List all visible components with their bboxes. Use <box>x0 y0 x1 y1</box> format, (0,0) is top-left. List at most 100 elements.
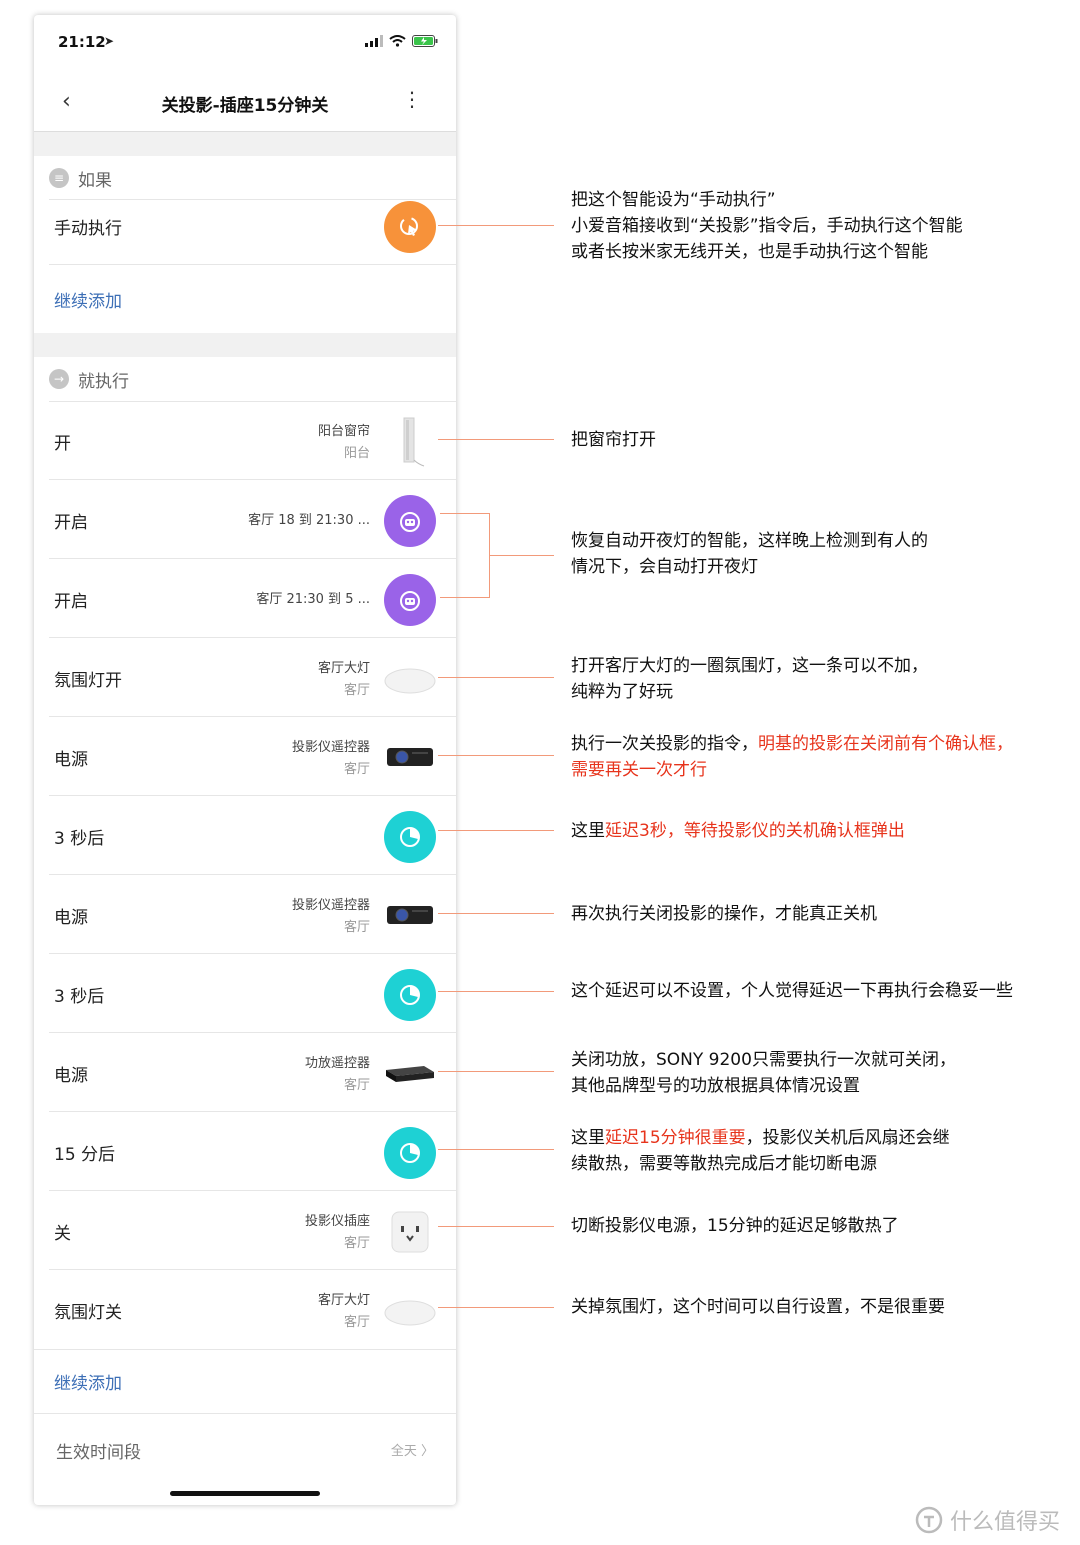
action-label: 电源 <box>54 750 88 770</box>
power-socket-icon <box>384 1206 436 1258</box>
automation-name: 客厅 21:30 到 5 ... <box>256 592 370 607</box>
device-name: 投影仪遥控器 <box>291 740 370 755</box>
projector-icon <box>384 732 436 784</box>
annotation-text: 情况下，会自动打开夜灯 <box>571 557 758 577</box>
page-title: 关投影-插座15分钟关 <box>161 96 329 116</box>
annotation-text: 执行一次关投影的指令， <box>571 734 758 754</box>
chevron-right-icon: 〉 <box>420 1444 434 1459</box>
if-add-more-link[interactable]: 继续添加 <box>54 287 122 312</box>
section-divider <box>34 132 456 156</box>
automation-name: 客厅 18 到 21:30 ... <box>248 513 370 528</box>
automation-icon <box>384 495 436 547</box>
annotation-line <box>438 1149 554 1150</box>
annotation-line <box>438 755 554 756</box>
location-arrow-icon: ➤ <box>104 34 115 48</box>
annotation-text: 其他品牌型号的功放根据具体情况设置 <box>571 1076 860 1096</box>
action-row[interactable]: 电源 投影仪遥控器客厅 <box>34 876 456 954</box>
annotation-delay-optional: 这个延迟可以不设置，个人觉得延迟一下再执行会稳妥一些 <box>571 978 1013 1004</box>
action-row[interactable]: 电源 功放遥控器 客厅 <box>34 1034 456 1112</box>
device-name: 客厅大灯 <box>317 661 370 676</box>
action-row[interactable]: 15 分后 <box>34 1113 456 1191</box>
then-section-header: → 就执行 <box>34 357 456 399</box>
action-label: 电源 <box>54 908 88 928</box>
annotation-line <box>489 555 554 556</box>
action-row[interactable]: 开启 客厅 18 到 21:30 ... <box>34 481 456 559</box>
action-label: 开 <box>54 434 71 454</box>
action-row[interactable]: 氛围灯关 客厅大灯 客厅 <box>34 1271 456 1349</box>
action-row[interactable]: 电源 投影仪遥控器客厅 <box>34 718 456 796</box>
annotation-line <box>438 1226 554 1227</box>
action-label: 开启 <box>54 592 88 612</box>
arrow-right-icon: → <box>49 369 69 389</box>
phone-screen: 21:12 ➤ ‹ 关投影-插座15分钟关 ⋮ ≡ 如果 手动执行 继续添加 →… <box>34 15 456 1505</box>
device-name: 投影仪遥控器 <box>291 898 370 913</box>
manual-trigger-icon <box>384 201 436 253</box>
effective-time-value[interactable]: 全天 〉 <box>391 1440 434 1459</box>
device-info: 投影仪遥控器客厅 <box>292 737 370 781</box>
device-info: 客厅大灯 客厅 <box>318 1290 370 1334</box>
device-info: 阳台窗帘阳台 <box>318 421 370 465</box>
annotation-highlight: 明基的投影在关闭前有个确认框， <box>758 734 1013 754</box>
device-info: 投影仪插座客厅 <box>305 1211 370 1255</box>
annotation-line <box>438 439 554 440</box>
action-row[interactable]: 关 投影仪插座 客厅 <box>34 1192 456 1270</box>
amplifier-icon <box>384 1048 436 1100</box>
then-section-title: 就执行 <box>78 372 129 392</box>
wifi-icon <box>389 35 406 47</box>
trigger-row[interactable]: 手动执行 <box>34 187 456 265</box>
device-name: 客厅大灯 <box>317 1293 370 1308</box>
annotation-ambient-off: 关掉氛围灯，这个时间可以自行设置，不是很重要 <box>571 1294 945 1320</box>
room-name: 客厅 <box>343 920 370 935</box>
annotation-text: 把窗帘打开 <box>571 430 656 450</box>
watermark: 什么值得买 <box>914 1504 1060 1536</box>
annotation-text: 这里 <box>571 821 605 841</box>
annotation-line <box>438 1307 554 1308</box>
annotation-line <box>438 225 554 226</box>
action-row[interactable]: 开启 客厅 21:30 到 5 ... <box>34 560 456 638</box>
status-time: 21:12 <box>58 33 106 51</box>
ceiling-light-icon <box>384 653 436 705</box>
action-label: 3 秒后 <box>54 829 105 849</box>
annotation-text: 恢复自动开夜灯的智能，这样晚上检测到有人的 <box>571 531 928 551</box>
room-name: 客厅 <box>343 762 370 777</box>
action-row[interactable]: 3 秒后 <box>34 797 456 875</box>
annotation-text: 关掉氛围灯，这个时间可以自行设置，不是很重要 <box>571 1297 945 1317</box>
automation-icon <box>384 574 436 626</box>
annotation-highlight: 延迟3秒，等待投影仪的关机确认框弹出 <box>605 821 905 841</box>
home-indicator <box>170 1491 320 1496</box>
annotation-text: 打开客厅大灯的一圈氛围灯，这一条可以不加， <box>571 656 928 676</box>
annotation-text: 这里 <box>571 1128 605 1148</box>
watermark-text: 什么值得买 <box>950 1510 1061 1535</box>
device-info: 客厅大灯 客厅 <box>318 658 370 702</box>
device-info: 投影仪遥控器客厅 <box>292 895 370 939</box>
delay-icon <box>384 811 436 863</box>
effective-time-label: 生效时间段 <box>56 1443 141 1463</box>
action-row[interactable]: 开 阳台窗帘阳台 <box>34 402 456 480</box>
room-name: 阳台 <box>343 446 370 461</box>
list-icon: ≡ <box>49 168 69 188</box>
annotation-socket-off: 切断投影仪电源，15分钟的延迟足够散热了 <box>571 1213 899 1239</box>
delay-icon <box>384 969 436 1021</box>
device-name: 阳台窗帘 <box>317 424 370 439</box>
annotation-line <box>438 913 554 914</box>
annotation-line <box>438 1071 554 1072</box>
section-divider <box>34 333 456 357</box>
annotation-delay-15min: 这里延迟15分钟很重要，投影仪关机后风扇还会继 续散热，需要等散热完成后才能切断… <box>571 1125 950 1177</box>
action-row[interactable]: 3 秒后 <box>34 955 456 1033</box>
annotation-night-light: 恢复自动开夜灯的智能，这样晚上检测到有人的 情况下，会自动打开夜灯 <box>571 528 928 580</box>
annotation-text: 这个延迟可以不设置，个人觉得延迟一下再执行会稳妥一些 <box>571 981 1013 1001</box>
annotation-text: 小爱音箱接收到“关投影”指令后，手动执行这个智能 <box>571 216 963 236</box>
more-options-icon[interactable]: ⋮ <box>402 87 422 111</box>
device-name: 投影仪插座 <box>304 1214 370 1229</box>
trigger-label: 手动执行 <box>54 219 122 239</box>
action-row[interactable]: 氛围灯开 客厅大灯 客厅 <box>34 639 456 717</box>
effective-time-value-text: 全天 <box>390 1444 417 1459</box>
projector-icon <box>384 890 436 942</box>
annotation-projector-first: 执行一次关投影的指令，明基的投影在关闭前有个确认框， 需要再关一次才行 <box>571 731 1013 783</box>
room-name: 客厅 <box>343 1236 370 1251</box>
then-add-more-link[interactable]: 继续添加 <box>54 1369 122 1394</box>
annotation-line <box>438 991 554 992</box>
action-label: 15 分后 <box>54 1145 116 1165</box>
effective-time-row[interactable]: 生效时间段 全天 〉 <box>34 1413 456 1474</box>
device-name: 功放遥控器 <box>304 1056 370 1071</box>
